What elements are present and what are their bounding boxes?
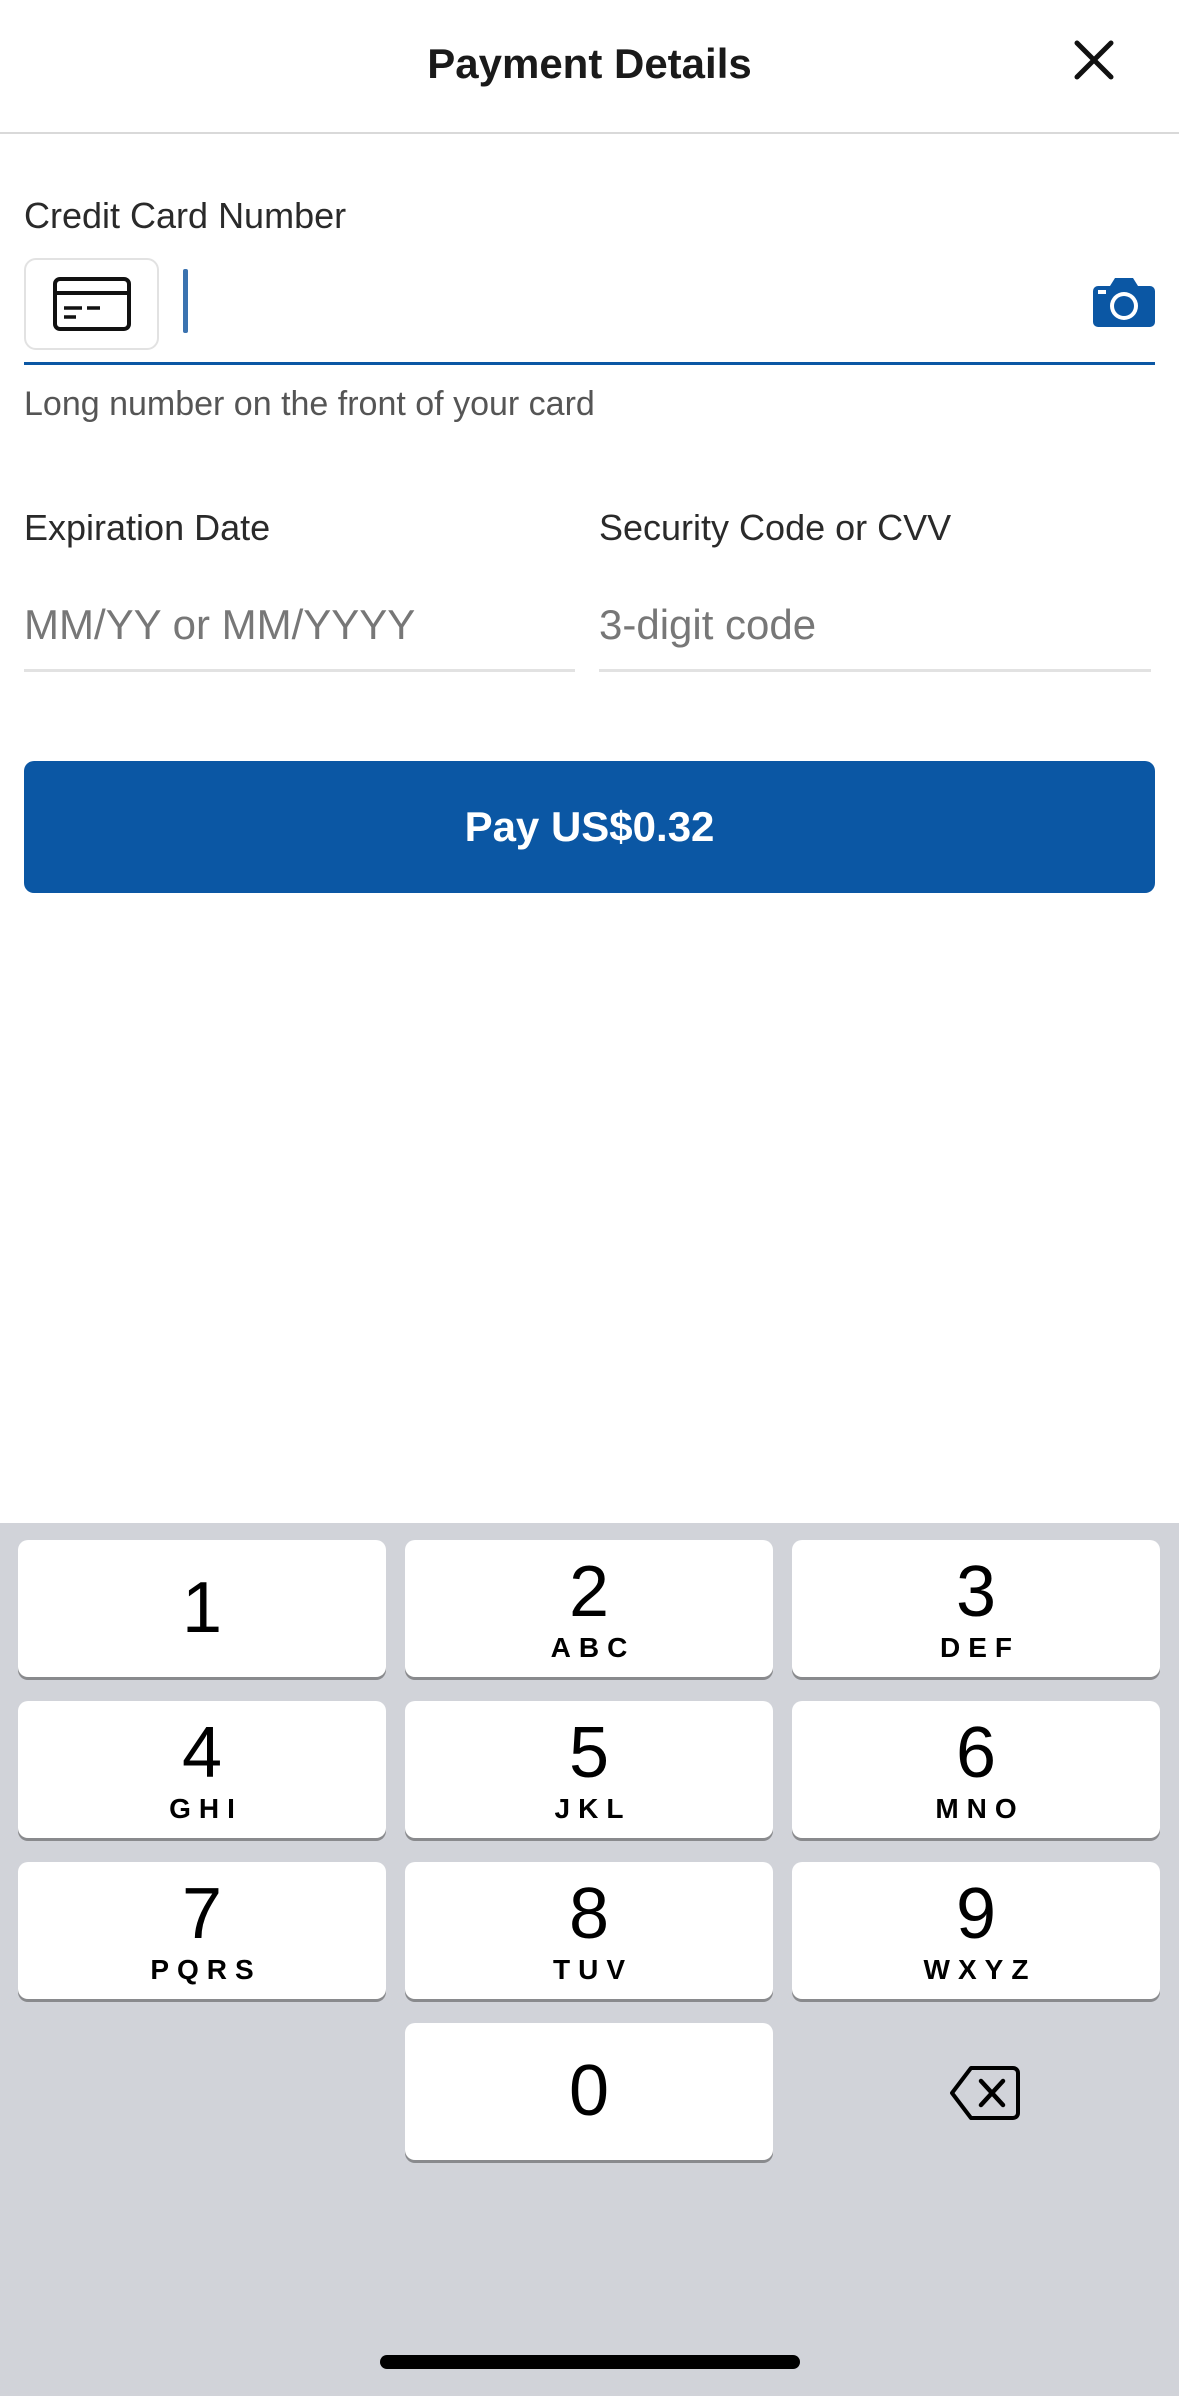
cvv-input[interactable] [599,580,1151,672]
card-type-indicator [24,258,159,350]
key-letters: WXYZ [923,1954,1037,1985]
key-6[interactable]: 6 MNO [792,1701,1160,1838]
key-letters: JKL [554,1793,632,1824]
key-letters: TUV [553,1954,633,1985]
key-4[interactable]: 4 GHI [18,1701,386,1838]
card-input-underline [24,362,1155,365]
close-button[interactable] [1064,30,1124,90]
expiration-label: Expiration Date [24,507,271,548]
key-5[interactable]: 5 JKL [405,1701,773,1838]
card-number-help: Long number on the front of your card [24,385,595,423]
cvv-label: Security Code or CVV [599,507,952,548]
key-letters: PQRS [150,1954,262,1985]
key-digit: 7 [181,1874,223,1954]
pay-button[interactable]: Pay US$0.32 [24,761,1155,893]
key-digit: 6 [955,1713,997,1793]
home-indicator [380,2355,800,2369]
key-digit: 9 [955,1874,997,1954]
card-number-label: Credit Card Number [24,195,347,236]
key-digit: 2 [568,1552,610,1632]
card-number-input[interactable] [180,262,1060,346]
key-letters: MNO [935,1793,1025,1824]
key-digit: 3 [955,1552,997,1632]
key-0[interactable]: 0 [405,2023,773,2160]
key-9[interactable]: 9 WXYZ [792,1862,1160,1999]
key-letters: GHI [169,1793,243,1824]
header-bar: Payment Details [0,0,1179,134]
key-1[interactable]: 1 [18,1540,386,1677]
key-letters: ABC [550,1632,636,1663]
key-7[interactable]: 7 PQRS [18,1862,386,1999]
camera-icon [1093,278,1155,327]
close-icon [1074,40,1114,80]
key-8[interactable]: 8 TUV [405,1862,773,1999]
key-digit: 1 [181,1568,223,1648]
backspace-key[interactable] [930,2053,1040,2133]
key-digit: 0 [568,2051,610,2131]
key-digit: 5 [568,1713,610,1793]
key-2[interactable]: 2 ABC [405,1540,773,1677]
key-digit: 8 [568,1874,610,1954]
backspace-icon [950,2066,1020,2120]
text-caret [183,269,188,333]
key-letters: DEF [940,1632,1020,1663]
credit-card-icon [52,277,131,331]
page-title: Payment Details [427,40,752,87]
scan-card-button[interactable] [1092,276,1156,328]
key-digit: 4 [181,1713,223,1793]
expiration-input[interactable] [24,580,575,672]
key-3[interactable]: 3 DEF [792,1540,1160,1677]
